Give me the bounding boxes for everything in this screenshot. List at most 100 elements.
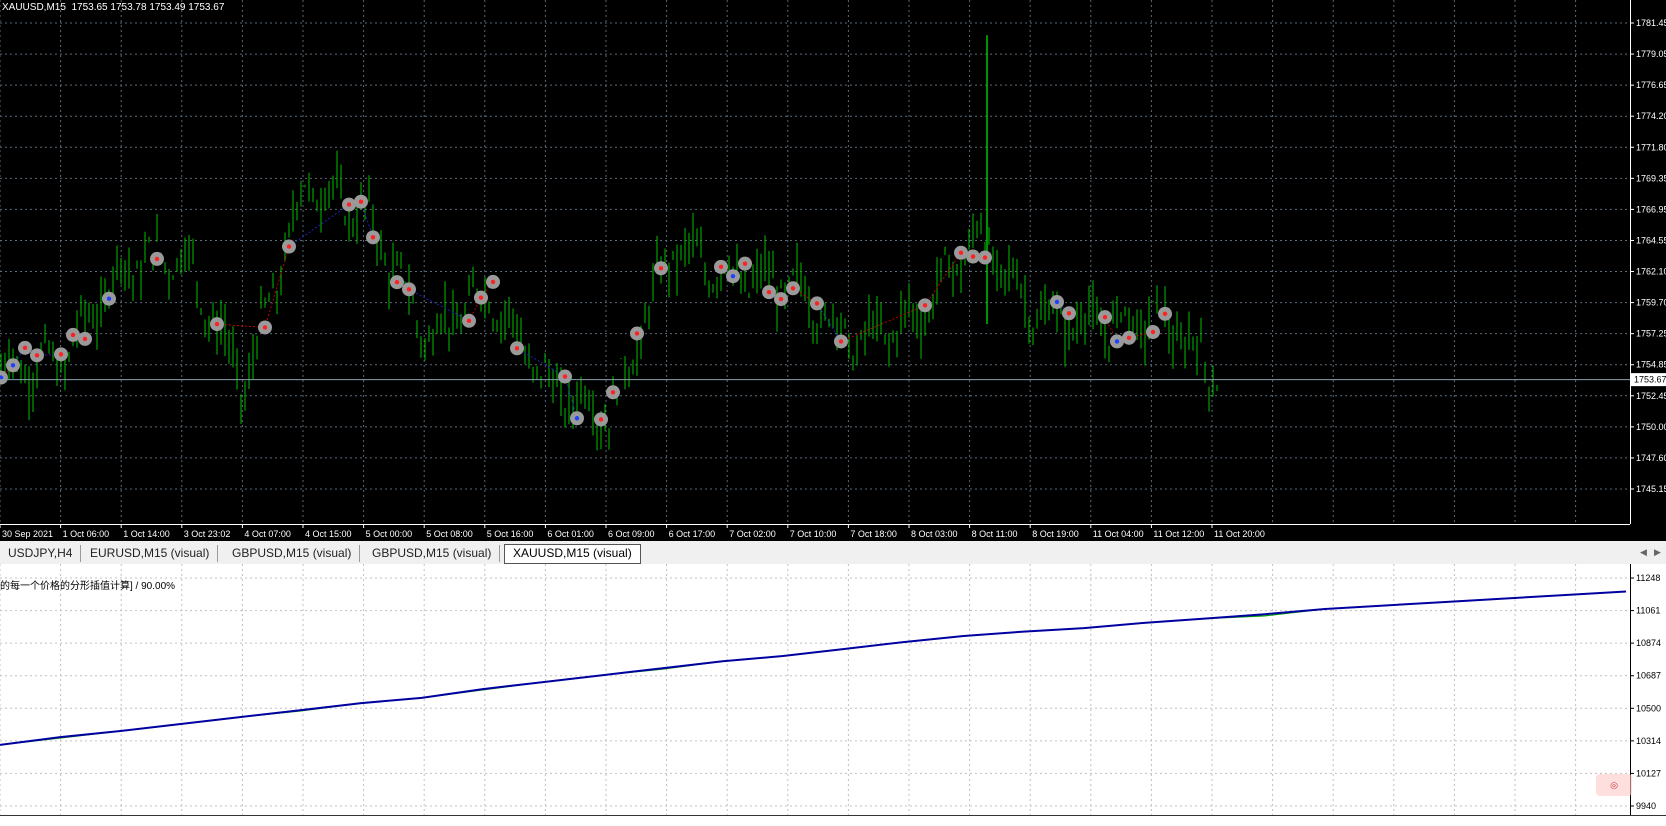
time-tick-label: 5 Oct 00:00 — [366, 529, 413, 539]
balance-line — [0, 590, 1627, 746]
balance-tick-label: 10874 — [1636, 638, 1661, 648]
time-axis: 30 Sep 2021 1 Oct 06:00 1 Oct 14:00 3 Oct 2… — [0, 524, 1630, 539]
time-tick-label: 7 Oct 02:00 — [729, 529, 776, 539]
price-axis-labels: 1781.45 1779.05 1776.65 1774.20 1771.80 1769.… — [1630, 18, 1666, 494]
trade-marker-dot — [958, 250, 964, 255]
trade-marker-dot — [1150, 329, 1156, 335]
trade-marker-dot — [1066, 311, 1072, 316]
balance-grid — [0, 564, 1630, 815]
trade-connector — [840, 304, 926, 342]
report-title: 的每一个价格的分形插值计算] / 90.00% — [0, 581, 176, 592]
trade-marker-dot — [598, 417, 604, 422]
symbol-info: XAUUSD,M15 1753.65 1753.78 1753.49 1753.… — [2, 2, 225, 13]
time-tick-label: 8 Oct 03:00 — [911, 529, 958, 539]
price-chart-window[interactable]: XAUUSD,M15 1753.65 1753.78 1753.49 1753.… — [0, 0, 1666, 541]
time-tick-label: 8 Oct 11:00 — [972, 529, 1018, 539]
time-tick-label: 6 Oct 17:00 — [669, 529, 716, 539]
time-tick-label: 11 Oct 04:00 — [1093, 529, 1144, 539]
trade-marker-dot — [370, 235, 376, 240]
price-tick-label: 1774.20 — [1636, 111, 1666, 121]
trade-marker-dot — [262, 325, 268, 330]
trade-marker-dot — [406, 287, 412, 292]
tab-xauusd-m15-visual[interactable]: XAUUSD,M15 (visual) — [504, 544, 641, 564]
trade-marker-dot — [490, 279, 496, 285]
tab-gbpusd-m15-visual-2[interactable]: GBPUSD,M15 (visual) — [364, 545, 501, 562]
trade-marker-dot — [394, 279, 400, 285]
price-tick-label: 1757.25 — [1636, 329, 1666, 339]
trade-marker-dot — [106, 296, 112, 301]
price-tick-label: 1752.45 — [1636, 391, 1666, 401]
trade-marker-dot — [778, 296, 784, 302]
time-tick-label: 8 Oct 19:00 — [1032, 529, 1079, 539]
trade-marker-dot — [982, 255, 988, 260]
balance-tick-label: 9940 — [1636, 801, 1656, 811]
bottom-scrollbar[interactable] — [0, 815, 1666, 826]
time-tick-label: 6 Oct 01:00 — [547, 529, 594, 539]
time-tick-label: 4 Oct 07:00 — [244, 529, 291, 539]
trade-marker-dot — [1126, 335, 1132, 341]
trade-marker-dot — [154, 256, 160, 262]
trade-marker-dot — [562, 374, 568, 379]
tab-usdjpy-h4[interactable]: USDJPY,H4 — [0, 545, 82, 562]
price-tick-label: 1750.00 — [1636, 422, 1666, 432]
arrow-right-icon[interactable]: ▶ — [1654, 547, 1661, 558]
price-tick-label: 1771.80 — [1636, 142, 1666, 152]
trade-marker-dot — [22, 345, 28, 351]
trade-marker-dot — [766, 289, 772, 295]
trade-marker-dot — [1054, 299, 1060, 305]
time-tick-label: 3 Oct 23:02 — [184, 529, 231, 539]
price-tick-label: 1745.15 — [1636, 484, 1666, 494]
balance-axis: 11248 11061 10874 10687 10500 10314 10127 9940 — [1630, 564, 1661, 815]
price-tick-label: 1781.45 — [1636, 18, 1666, 28]
trade-connector — [408, 288, 470, 322]
app-logo-icon: ◎ — [1596, 774, 1632, 796]
trade-marker-dot — [742, 261, 748, 266]
trade-marker-dot — [730, 274, 736, 279]
trade-marker-dot — [634, 331, 640, 336]
trade-marker-dot — [478, 295, 484, 300]
time-tick-label: 11 Oct 20:00 — [1214, 529, 1265, 539]
balance-tick-label: 11248 — [1636, 573, 1660, 583]
chart-tabbar: USDJPY,H4 EURUSD,M15 (visual) GBPUSD,M15… — [0, 541, 1666, 565]
trade-marker-dot — [790, 286, 796, 291]
trade-marker-dot — [70, 332, 76, 338]
tab-eurusd-m15-visual[interactable]: EURUSD,M15 (visual) — [82, 545, 219, 562]
price-tick-label: 1769.35 — [1636, 173, 1666, 183]
arrow-left-icon[interactable]: ◀ — [1640, 547, 1647, 558]
trade-connector — [516, 347, 566, 377]
time-tick-label: 7 Oct 10:00 — [790, 529, 837, 539]
trade-marker-dot — [514, 346, 520, 351]
price-tick-label: 1759.70 — [1636, 298, 1666, 308]
balance-tick-label: 10500 — [1636, 703, 1661, 713]
equity-line — [0, 590, 1627, 746]
trade-marker-dot — [1114, 339, 1120, 344]
trade-marker-dot — [814, 301, 820, 306]
price-tick-label: 1747.60 — [1636, 453, 1666, 463]
current-price-label: 1753.67 — [1634, 375, 1666, 385]
trade-marker-dot — [1162, 311, 1168, 317]
trade-marker-dot — [610, 390, 616, 395]
trade-marker-dot — [838, 339, 844, 344]
balance-tick-label: 11061 — [1636, 606, 1660, 616]
trade-marker-dot — [466, 318, 472, 323]
balance-chart[interactable] — [0, 564, 1630, 815]
balance-chart-window[interactable]: 的每一个价格的分形插值计算] / 90.00% 11248 11061 10874 1… — [0, 564, 1666, 826]
trade-marker-dot — [34, 353, 40, 358]
price-tick-label: 1776.65 — [1636, 80, 1666, 90]
trade-marker-dot — [574, 416, 580, 421]
price-tick-label: 1754.85 — [1636, 360, 1666, 370]
trade-marker-dot — [658, 266, 664, 271]
time-tick-label: 1 Oct 14:00 — [123, 529, 170, 539]
price-tick-label: 1762.10 — [1636, 267, 1666, 277]
time-tick-label: 7 Oct 18:00 — [850, 529, 897, 539]
balance-tick-label: 10314 — [1636, 736, 1661, 746]
price-tick-label: 1779.05 — [1636, 49, 1666, 59]
time-tick-label: 6 Oct 09:00 — [608, 529, 655, 539]
tab-gbpusd-m15-visual-1[interactable]: GBPUSD,M15 (visual) — [224, 545, 361, 562]
time-axis-labels: 30 Sep 2021 1 Oct 06:00 1 Oct 14:00 3 Oct 2… — [0, 524, 1265, 539]
trade-marker-dot — [82, 336, 88, 342]
trade-marker-dot — [1102, 314, 1108, 320]
time-tick-label: 5 Oct 08:00 — [426, 529, 473, 539]
trade-marker-dot — [214, 321, 220, 327]
price-chart[interactable] — [0, 0, 1630, 524]
